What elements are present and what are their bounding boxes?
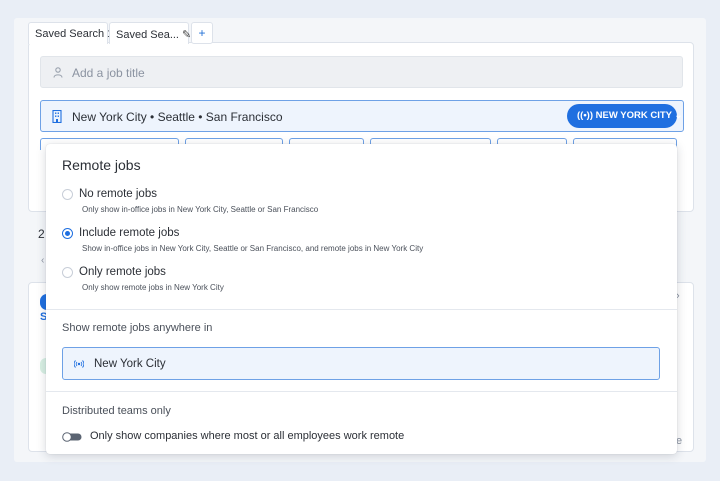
results-count: 2 xyxy=(38,227,45,241)
plus-icon: + xyxy=(198,26,206,40)
radio-button[interactable] xyxy=(62,267,73,278)
distributed-toggle-label: Only show companies where most or all em… xyxy=(90,430,405,442)
tab-label: Saved Search 1 xyxy=(35,28,114,40)
remote-anywhere-value: New York City xyxy=(94,358,166,370)
option-description: Only show in-office jobs in New York Cit… xyxy=(82,205,319,214)
anywhere-label: Show remote jobs anywhere in xyxy=(62,322,213,334)
option-description: Only show remote jobs in New York City xyxy=(82,283,224,292)
sort-fragment: ‹ xyxy=(41,255,45,266)
option-label: Include remote jobs xyxy=(79,227,180,239)
distributed-label: Distributed teams only xyxy=(62,405,171,417)
remote-location-button[interactable]: ((•)) NEW YORK CITY ⌄ xyxy=(567,104,682,128)
add-tab-button[interactable]: + xyxy=(191,22,213,44)
job-title-placeholder: Add a job title xyxy=(72,66,145,80)
remote-jobs-popover: Remote jobs No remote jobs Only show in-… xyxy=(46,144,677,454)
user-icon xyxy=(53,67,63,78)
broadcast-icon: ((•)) xyxy=(577,110,593,121)
chevron-down-icon: ⌄ xyxy=(674,110,683,121)
radio-button[interactable] xyxy=(62,189,73,200)
pencil-icon[interactable]: ✎ xyxy=(182,28,191,41)
option-label: No remote jobs xyxy=(79,188,157,200)
tab-label: Saved Sea... xyxy=(116,29,179,41)
remote-location-label: NEW YORK CITY xyxy=(595,110,672,121)
radio-button[interactable] xyxy=(62,228,73,239)
location-field[interactable]: New York City • Seattle • San Francisco … xyxy=(40,100,684,132)
popover-title: Remote jobs xyxy=(62,157,141,173)
job-title-input[interactable]: Add a job title xyxy=(40,56,683,88)
building-icon xyxy=(52,110,62,123)
divider xyxy=(46,391,677,392)
tab-saved-search-2[interactable]: Saved Sea... ✎ xyxy=(109,22,191,44)
broadcast-icon xyxy=(74,360,84,368)
toggle-switch-icon[interactable] xyxy=(62,432,82,442)
option-description: Show in-office jobs in New York City, Se… xyxy=(82,244,424,253)
remote-anywhere-field[interactable]: New York City xyxy=(62,347,660,380)
tab-saved-search-1[interactable]: Saved Search 1 xyxy=(28,22,113,44)
option-label: Only remote jobs xyxy=(79,266,166,278)
divider xyxy=(46,309,677,310)
location-text: New York City • Seattle • San Francisco xyxy=(72,110,283,124)
